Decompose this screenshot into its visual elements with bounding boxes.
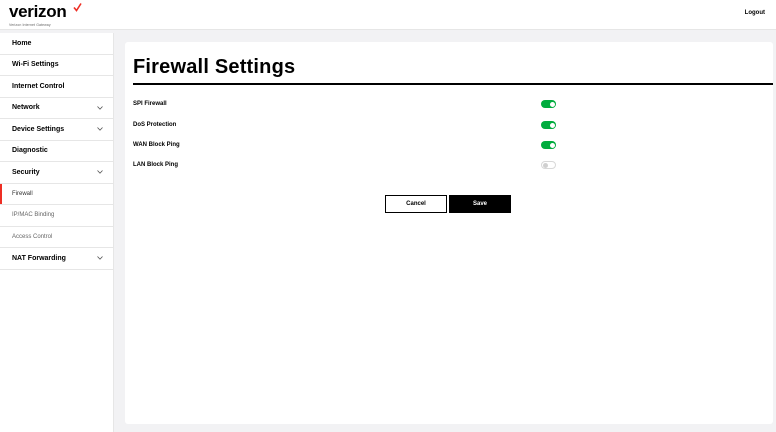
brand-subtitle: Verizon Internet Gateway [9, 23, 51, 27]
setting-label: DoS Protection [133, 122, 177, 128]
setting-row-wan-block-ping: WAN Block Ping [133, 140, 573, 154]
sidebar-item-label: IP/MAC Binding [12, 212, 55, 219]
toggle-knob [549, 142, 555, 148]
sidebar-item-security[interactable]: Security [0, 162, 113, 184]
sidebar-item-label: Home [12, 39, 32, 47]
toggle-knob [543, 162, 548, 168]
sidebar-item-nat-forwarding[interactable]: NAT Forwarding [0, 248, 113, 270]
setting-row-lan-block-ping: LAN Block Ping [133, 160, 573, 174]
sidebar-subitem-ip-mac-binding[interactable]: IP/MAC Binding [0, 205, 113, 227]
sidebar-item-device-settings[interactable]: Device Settings [0, 119, 113, 141]
sidebar-item-label: Device Settings [12, 125, 65, 133]
title-divider [133, 83, 773, 85]
toggle-knob [549, 122, 555, 128]
chevron-down-icon [97, 105, 103, 110]
sidebar-item-home[interactable]: Home [0, 33, 113, 55]
sidebar-item-label: Security [12, 168, 40, 176]
page-title: Firewall Settings [133, 56, 296, 78]
verizon-logo: verizon Verizon Internet Gateway [9, 2, 82, 27]
sidebar-item-label: Diagnostic [12, 147, 48, 155]
brand-name: verizon [9, 2, 67, 21]
setting-label: WAN Block Ping [133, 142, 180, 148]
wan-block-ping-toggle[interactable] [541, 141, 556, 149]
chevron-down-icon [97, 170, 103, 174]
sidebar-subitem-firewall[interactable]: Firewall [0, 183, 113, 205]
save-button[interactable]: Save [449, 195, 511, 213]
lan-block-ping-toggle[interactable] [541, 161, 556, 169]
toggle-knob [549, 101, 555, 107]
spi-firewall-toggle[interactable] [541, 100, 556, 108]
top-bar: verizon Verizon Internet Gateway Logout [0, 0, 776, 30]
setting-row-spi-firewall: SPI Firewall [133, 99, 573, 113]
sidebar-subitem-access-control[interactable]: Access Control [0, 226, 113, 248]
sidebar-item-label: Firewall [12, 190, 33, 197]
sidebar-item-label: Access Control [12, 233, 53, 240]
cancel-button[interactable]: Cancel [385, 195, 447, 213]
sidebar-item-label: Internet Control [12, 82, 65, 90]
setting-label: LAN Block Ping [133, 162, 179, 168]
sidebar-item-diagnostic[interactable]: Diagnostic [0, 141, 113, 162]
setting-row-dos-protection: DoS Protection [133, 120, 573, 134]
sidebar-item-label: Wi-Fi Settings [12, 61, 59, 69]
setting-label: SPI Firewall [133, 101, 167, 107]
main-panel: Firewall Settings SPI Firewall DoS Prote… [125, 42, 773, 424]
sidebar-item-internet-control[interactable]: Internet Control [0, 76, 113, 98]
chevron-down-icon [97, 127, 103, 131]
checkmark-icon [73, 3, 82, 12]
sidebar-item-label: NAT Forwarding [12, 254, 66, 262]
sidebar: Home Wi-Fi Settings Internet Control Net… [0, 33, 114, 432]
dos-protection-toggle[interactable] [541, 121, 556, 129]
sidebar-item-network[interactable]: Network [0, 98, 113, 119]
logout-link[interactable]: Logout [745, 10, 765, 16]
sidebar-item-wifi-settings[interactable]: Wi-Fi Settings [0, 55, 113, 76]
sidebar-item-label: Network [12, 104, 40, 112]
chevron-down-icon [97, 256, 103, 260]
